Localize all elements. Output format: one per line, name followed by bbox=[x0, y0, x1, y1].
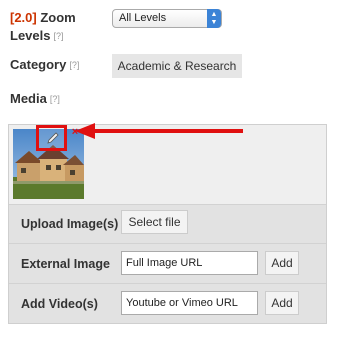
edit-image-button[interactable] bbox=[36, 125, 67, 151]
select-file-button[interactable]: Select file bbox=[121, 210, 188, 234]
select-arrows-icon: ▲ ▼ bbox=[207, 9, 221, 28]
pointer-arrow bbox=[75, 123, 243, 139]
category-label-text: Category bbox=[10, 57, 67, 72]
zoom-levels-label: [2.0] Zoom Levels [?] bbox=[10, 9, 76, 45]
form-page: [2.0] Zoom Levels [?] All Levels ▲ ▼ Categ… bbox=[0, 0, 351, 345]
zoom-label-line1: Zoom bbox=[40, 10, 76, 25]
zoom-help-link[interactable]: [?] bbox=[53, 31, 63, 41]
video-url-field[interactable]: Youtube or Vimeo URL bbox=[121, 291, 258, 315]
category-tag[interactable]: Academic & Research bbox=[112, 54, 242, 78]
external-image-label: External Image bbox=[21, 257, 110, 271]
upload-row: Upload Image(s) Select file bbox=[9, 205, 326, 244]
add-external-image-button[interactable]: Add bbox=[265, 251, 299, 275]
upload-label: Upload Image(s) bbox=[21, 217, 119, 231]
media-help-link[interactable]: [?] bbox=[50, 94, 60, 104]
add-video-button[interactable]: Add bbox=[265, 291, 299, 315]
add-video-label: Add Video(s) bbox=[21, 297, 98, 311]
external-image-row: External Image Full Image URL Add bbox=[9, 245, 326, 284]
version-tag: [2.0] bbox=[10, 10, 37, 25]
zoom-levels-select[interactable]: All Levels ▲ ▼ bbox=[112, 9, 222, 28]
pencil-icon bbox=[47, 132, 59, 144]
category-help-link[interactable]: [?] bbox=[69, 60, 79, 70]
media-thumbnails: × bbox=[9, 123, 326, 205]
zoom-select-value: All Levels bbox=[119, 12, 167, 24]
media-panel: × Upload Image(s) Select file External I… bbox=[8, 123, 327, 324]
zoom-label-line2: Levels bbox=[10, 28, 51, 43]
media-label: Media [?] bbox=[10, 90, 60, 108]
category-label: Category [?] bbox=[10, 56, 79, 74]
external-image-url-field[interactable]: Full Image URL bbox=[121, 251, 258, 275]
add-video-row: Add Video(s) Youtube or Vimeo URL Add bbox=[9, 285, 326, 324]
media-label-text: Media bbox=[10, 91, 47, 106]
